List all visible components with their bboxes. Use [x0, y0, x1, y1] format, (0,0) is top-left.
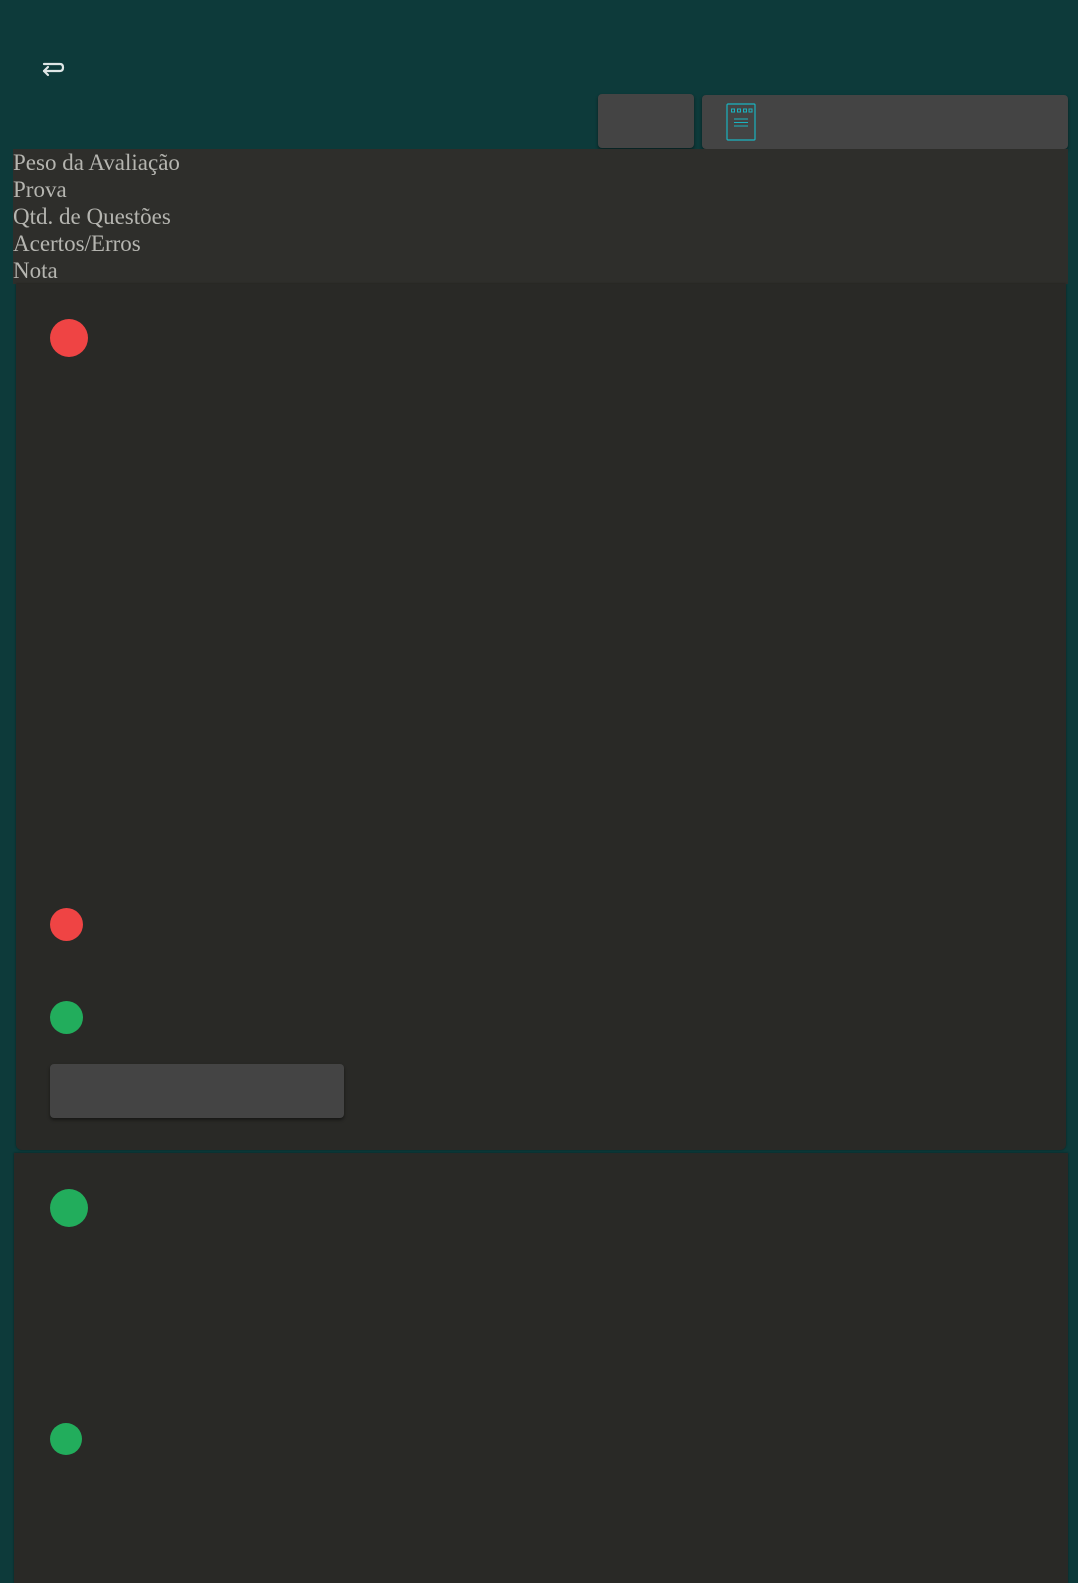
- label-qtd-questoes: Qtd. de Questões: [13, 204, 171, 229]
- card-action-button[interactable]: [50, 1064, 344, 1118]
- toolbar-button[interactable]: [598, 94, 694, 148]
- question-card: [14, 1153, 1068, 1583]
- label-peso-avaliacao: Peso da Avaliação: [13, 150, 180, 175]
- evaluation-summary-header: Peso da Avaliação Prova Qtd. de Questões…: [13, 149, 1068, 284]
- correct-status-icon: [50, 1423, 82, 1455]
- wrong-status-icon: [50, 319, 88, 357]
- page: Peso da Avaliação Prova Qtd. de Questões…: [1, 0, 1078, 1583]
- question-card: [16, 284, 1066, 1150]
- correct-status-icon: [50, 1001, 83, 1034]
- report-button[interactable]: [702, 95, 1068, 149]
- back-button[interactable]: [31, 50, 71, 84]
- label-prova: Prova: [13, 177, 67, 202]
- document-icon: [726, 103, 756, 141]
- correct-status-icon: [50, 1189, 88, 1227]
- label-acertos-erros: Acertos/Erros: [13, 231, 141, 256]
- label-nota: Nota: [13, 258, 58, 283]
- wrong-status-icon: [50, 908, 83, 941]
- return-arrow-icon: [42, 62, 65, 77]
